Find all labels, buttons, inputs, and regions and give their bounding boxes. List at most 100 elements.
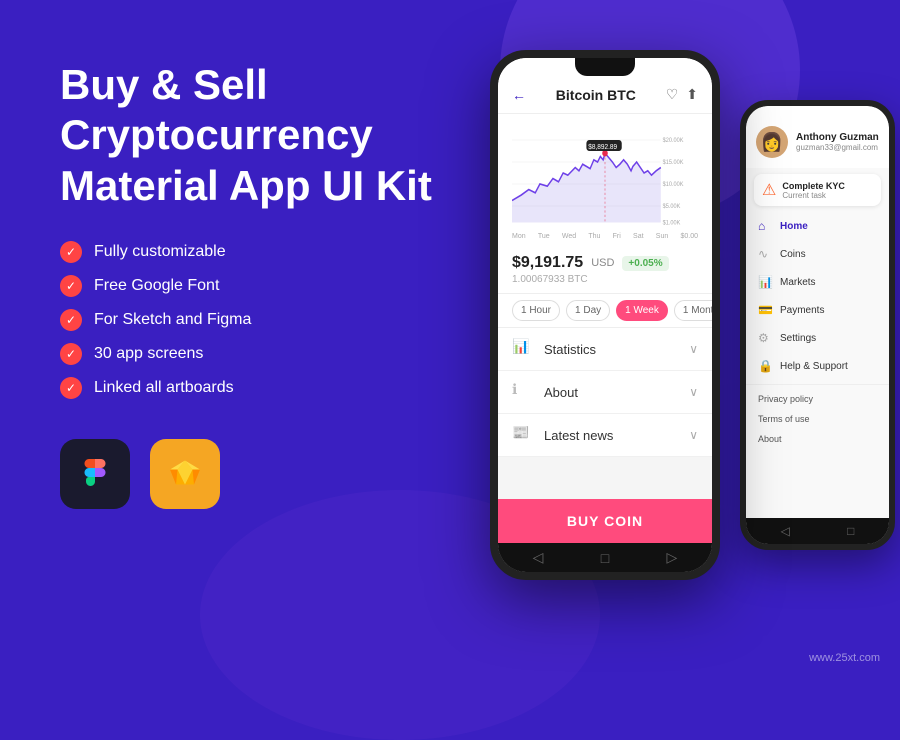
svg-text:$8,892.89: $8,892.89 xyxy=(588,142,617,151)
coin-title: Bitcoin BTC xyxy=(556,87,636,103)
nav-item-label: Payments xyxy=(780,305,824,316)
time-filter-1month[interactable]: 1 Month xyxy=(674,300,712,321)
nav-item-label: Help & Support xyxy=(780,361,848,372)
phone-nav-bar: ◁ □ ▷ xyxy=(498,543,712,572)
avatar: 👩 xyxy=(756,126,788,158)
feature-item: ✓ Linked all artboards xyxy=(60,377,440,399)
kyc-subtitle: Current task xyxy=(782,191,845,200)
left-panel: Buy & SellCryptocurrencyMaterial App UI … xyxy=(60,60,440,509)
feature-item: ✓ 30 app screens xyxy=(60,343,440,365)
secondary-nav-bar: ◁ □ xyxy=(746,518,889,544)
figma-logo-icon xyxy=(77,456,113,492)
svg-text:$1.00K: $1.00K xyxy=(663,219,681,227)
share-icon[interactable]: ⬆ xyxy=(686,86,698,103)
help-icon: 🔒 xyxy=(758,359,772,373)
home-icon: ⌂ xyxy=(758,219,772,233)
kyc-banner[interactable]: ⚠ Complete KYC Current task xyxy=(754,174,881,206)
chevron-down-icon: ∨ xyxy=(689,385,698,399)
nav-item-label: Home xyxy=(780,221,808,232)
time-filter-1hour[interactable]: 1 Hour xyxy=(512,300,560,321)
check-icon: ✓ xyxy=(60,377,82,399)
heart-icon[interactable]: ♡ xyxy=(666,86,679,103)
nav-item-markets[interactable]: 📊 Markets xyxy=(746,268,889,296)
nav-item-settings[interactable]: ⚙ Settings xyxy=(746,324,889,352)
nav-item-home[interactable]: ⌂ Home xyxy=(746,212,889,240)
check-icon: ✓ xyxy=(60,309,82,331)
about-icon: ℹ xyxy=(512,381,534,403)
svg-text:$5.00K: $5.00K xyxy=(663,203,681,211)
secondary-screen: 👩 Anthony Guzman guzman33@gmail.com ⚠ Co… xyxy=(746,106,889,544)
feature-item: ✓ Free Google Font xyxy=(60,275,440,297)
news-icon: 📰 xyxy=(512,424,534,446)
price-change-badge: +0.05% xyxy=(622,256,668,271)
chart-x-labels: Mon Tue Wed Thu Fri Sat Sun $0.00 xyxy=(512,233,698,242)
about-label: About xyxy=(544,385,578,400)
phone-secondary: 👩 Anthony Guzman guzman33@gmail.com ⚠ Co… xyxy=(740,100,895,550)
statistics-icon: 📊 xyxy=(512,338,534,360)
time-filter-1week[interactable]: 1 Week xyxy=(616,300,668,321)
user-email: guzman33@gmail.com xyxy=(796,143,879,152)
price-chart: $20.00K $15.00K $10.00K $5.00K $1.00K $8… xyxy=(498,114,712,246)
chevron-down-icon: ∨ xyxy=(689,342,698,356)
kyc-title: Complete KYC xyxy=(782,181,845,191)
nav-item-label: Coins xyxy=(780,249,806,260)
back-button[interactable]: ← xyxy=(512,87,526,103)
feature-item: ✓ Fully customizable xyxy=(60,241,440,263)
phone-main: ← Bitcoin BTC ♡ ⬆ xyxy=(490,50,720,580)
kyc-warning-icon: ⚠ xyxy=(762,180,776,200)
feature-label: For Sketch and Figma xyxy=(94,311,251,329)
time-filters: 1 Hour 1 Day 1 Week 1 Month xyxy=(498,294,712,328)
time-filter-1day[interactable]: 1 Day xyxy=(566,300,610,321)
accordion-about[interactable]: ℹ About ∨ xyxy=(498,371,712,414)
nav-item-help[interactable]: 🔒 Help & Support xyxy=(746,352,889,380)
news-label: Latest news xyxy=(544,428,613,443)
buy-coin-button[interactable]: BUY COIN xyxy=(498,499,712,543)
tool-icons xyxy=(60,439,440,509)
price-area: $9,191.75 USD +0.05% 1.00067933 BTC xyxy=(498,246,712,294)
chevron-down-icon: ∨ xyxy=(689,428,698,442)
price-btc: 1.00067933 BTC xyxy=(512,274,698,285)
feature-label: Free Google Font xyxy=(94,277,219,295)
watermark: www.25xt.com xyxy=(809,652,880,664)
nav-item-coins[interactable]: ∿ Coins xyxy=(746,240,889,268)
content-spacer xyxy=(498,457,712,499)
phone-screen: ← Bitcoin BTC ♡ ⬆ xyxy=(498,58,712,572)
svg-text:$15.00K: $15.00K xyxy=(663,159,684,167)
nav-item-label: Markets xyxy=(780,277,816,288)
price-currency: USD xyxy=(591,257,614,269)
nav-divider xyxy=(746,384,889,385)
payments-icon: 💳 xyxy=(758,303,772,317)
feature-item: ✓ For Sketch and Figma xyxy=(60,309,440,331)
nav-about[interactable]: About xyxy=(746,429,889,449)
sketch-icon-box xyxy=(150,439,220,509)
feature-label: Linked all artboards xyxy=(94,379,234,397)
nav-item-payments[interactable]: 💳 Payments xyxy=(746,296,889,324)
svg-text:$10.00K: $10.00K xyxy=(663,181,684,189)
statistics-label: Statistics xyxy=(544,342,596,357)
nav-privacy-policy[interactable]: Privacy policy xyxy=(746,389,889,409)
settings-icon: ⚙ xyxy=(758,331,772,345)
nav-home-icon[interactable]: □ xyxy=(601,550,609,566)
chart-svg: $20.00K $15.00K $10.00K $5.00K $1.00K $8… xyxy=(512,118,698,228)
check-icon: ✓ xyxy=(60,241,82,263)
secondary-nav-home-icon[interactable]: □ xyxy=(847,524,854,538)
feature-label: 30 app screens xyxy=(94,345,203,363)
features-list: ✓ Fully customizable ✓ Free Google Font … xyxy=(60,241,440,399)
accordion-latest-news[interactable]: 📰 Latest news ∨ xyxy=(498,414,712,457)
nav-back-icon[interactable]: ◁ xyxy=(533,549,544,566)
secondary-nav-back-icon[interactable]: ◁ xyxy=(781,524,790,538)
nav-item-label: Settings xyxy=(780,333,816,344)
price-value: $9,191.75 xyxy=(512,254,583,272)
coins-icon: ∿ xyxy=(758,247,772,261)
phone-notch xyxy=(575,58,635,76)
nav-recent-icon[interactable]: ▷ xyxy=(667,549,678,566)
markets-icon: 📊 xyxy=(758,275,772,289)
user-profile-header: 👩 Anthony Guzman guzman33@gmail.com xyxy=(746,106,889,168)
figma-icon-box xyxy=(60,439,130,509)
accordion-statistics[interactable]: 📊 Statistics ∨ xyxy=(498,328,712,371)
feature-label: Fully customizable xyxy=(94,243,226,261)
check-icon: ✓ xyxy=(60,343,82,365)
nav-terms-of-use[interactable]: Terms of use xyxy=(746,409,889,429)
main-title: Buy & SellCryptocurrencyMaterial App UI … xyxy=(60,60,440,211)
user-name: Anthony Guzman xyxy=(796,132,879,143)
